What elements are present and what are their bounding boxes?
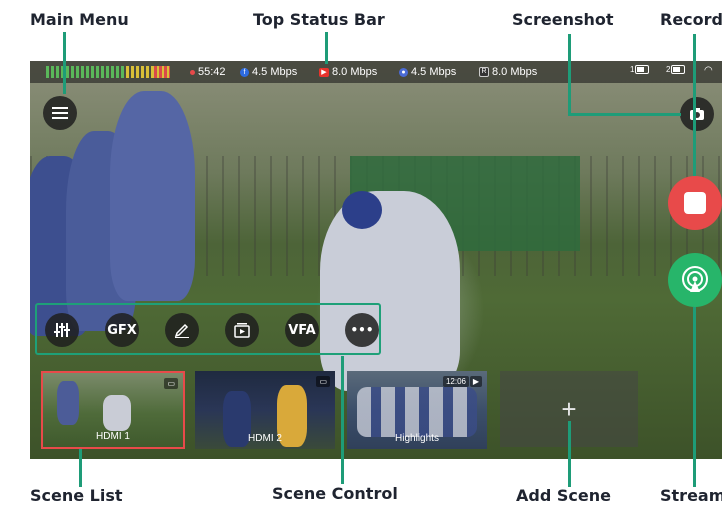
scene-thumbnail — [103, 395, 131, 431]
audio-mixer-icon — [54, 323, 70, 337]
scene-label: HDMI 2 — [248, 433, 282, 444]
scene-source-icon: ▭ — [316, 376, 330, 387]
leader-stream — [693, 307, 696, 487]
main-menu-button[interactable] — [43, 96, 77, 130]
record-status: R 8.0 Mbps — [479, 65, 537, 79]
platform-icon: ● — [399, 67, 408, 77]
callout-scene-control: Scene Control — [272, 484, 398, 503]
callout-record: Record — [660, 10, 722, 29]
facebook-bitrate: 4.5 Mbps — [252, 66, 298, 78]
broadcast-icon — [682, 266, 708, 292]
leader-scene-control — [341, 356, 344, 484]
scene-highlights[interactable]: 12:06 ▶ Highlights — [347, 371, 487, 449]
leader-screenshot — [568, 34, 571, 116]
callout-stream: Stream — [660, 486, 722, 505]
youtube-status: ▶ 8.0 Mbps — [319, 65, 377, 79]
playback-button[interactable] — [225, 313, 259, 347]
callout-add-scene: Add Scene — [516, 486, 611, 505]
audio-level-meter-peak — [154, 66, 170, 78]
scene-control-bar: GFX VFA ••• — [35, 303, 381, 355]
youtube-icon: ▶ — [319, 67, 329, 77]
battery-2: 2 — [666, 65, 686, 75]
plus-icon: + — [561, 393, 577, 424]
player-left-3 — [110, 91, 195, 301]
audio-mixer-button[interactable] — [45, 313, 79, 347]
player-center-helmet — [342, 191, 382, 229]
scene-timestamp-badge: 12:06 — [442, 376, 469, 387]
scene-hdmi-1[interactable]: ▭ HDMI 1 — [41, 371, 185, 449]
camera-preview: 55:42 f 4.5 Mbps ▶ 8.0 Mbps ● 4.5 Mbps R 8.0… — [30, 61, 722, 459]
third-platform-status: ● 4.5 Mbps — [399, 65, 456, 79]
live-dot-icon — [190, 69, 195, 75]
callout-screenshot: Screenshot — [512, 10, 614, 29]
scene-source-icon: ▭ — [164, 378, 178, 389]
callout-scene-list: Scene List — [30, 486, 123, 505]
facebook-status: f 4.5 Mbps — [240, 65, 297, 79]
hamburger-icon — [52, 107, 68, 119]
battery-2-icon — [671, 65, 686, 75]
leader-main-menu — [63, 32, 66, 94]
scene-hdmi-2[interactable]: ▭ HDMI 2 — [195, 371, 335, 449]
callout-top-status-bar: Top Status Bar — [253, 10, 385, 29]
stop-square-icon — [684, 192, 706, 214]
leader-add-scene — [568, 421, 571, 487]
vfa-button[interactable]: VFA — [285, 313, 319, 347]
pen-button[interactable] — [165, 313, 199, 347]
leader-scene-list — [79, 449, 82, 487]
callout-main-menu: Main Menu — [30, 10, 129, 29]
record-button[interactable] — [668, 176, 722, 230]
third-bitrate: 4.5 Mbps — [411, 66, 457, 78]
timer-text: 55:42 — [198, 66, 226, 78]
youtube-bitrate: 8.0 Mbps — [332, 66, 378, 78]
battery-1: 1 — [630, 65, 650, 75]
leader-screenshot-h — [568, 113, 681, 116]
live-timer: 55:42 — [190, 65, 226, 79]
playback-icon — [234, 323, 250, 338]
battery-1-label: 1 — [630, 65, 635, 74]
leader-top-status-bar — [325, 32, 328, 64]
leader-record — [693, 34, 696, 176]
wifi-icon: ◠ — [704, 65, 713, 76]
pen-icon — [174, 323, 189, 338]
battery-2-label: 2 — [666, 65, 671, 74]
scene-label: HDMI 1 — [96, 431, 130, 442]
scene-thumbnail-crowd — [357, 387, 477, 437]
scene-label: Highlights — [395, 433, 439, 444]
record-bitrate: 8.0 Mbps — [492, 66, 538, 78]
more-button[interactable]: ••• — [345, 313, 379, 347]
camera-icon — [690, 108, 704, 120]
scene-thumbnail-player — [57, 381, 79, 425]
stream-button[interactable] — [668, 253, 722, 307]
battery-1-icon — [635, 65, 650, 75]
facebook-icon: f — [240, 67, 249, 77]
record-status-icon: R — [479, 67, 489, 78]
top-status-bar: 55:42 f 4.5 Mbps ▶ 8.0 Mbps ● 4.5 Mbps R 8.0… — [30, 61, 722, 83]
screenshot-button[interactable] — [680, 97, 714, 131]
gfx-button[interactable]: GFX — [105, 313, 139, 347]
scene-play-icon: ▶ — [469, 376, 482, 387]
